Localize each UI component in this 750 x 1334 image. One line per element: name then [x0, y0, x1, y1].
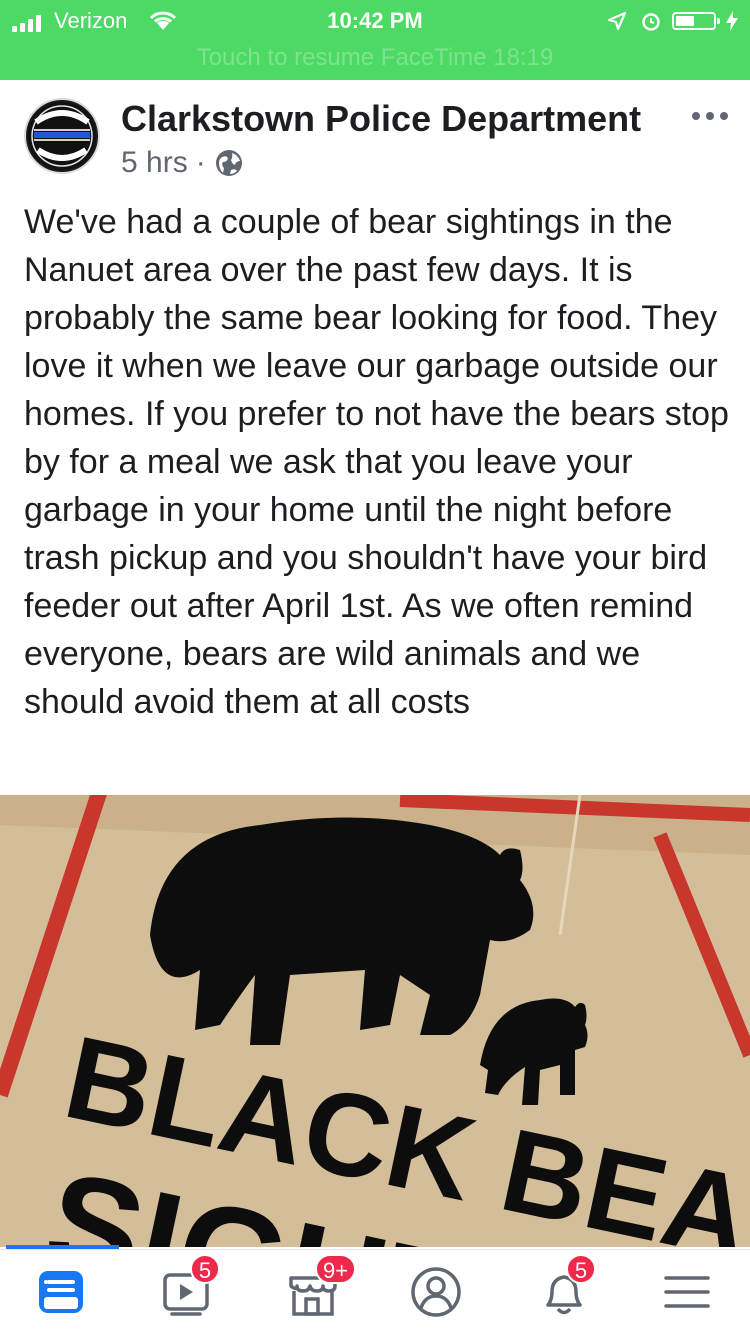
battery-icon [672, 12, 720, 30]
meta-separator: · [195, 146, 206, 179]
police-badge-logo [28, 102, 96, 170]
clock: 10:42 PM [327, 8, 423, 33]
profile-icon [411, 1267, 461, 1317]
tab-watch[interactable]: 5 [160, 1254, 220, 1320]
post-age[interactable]: 5 hrs [121, 146, 188, 180]
post-meta: 5 hrs · [121, 146, 244, 180]
notifications-badge: 5 [566, 1254, 596, 1284]
post-photo[interactable]: BLACK BEAR SIGHTI [0, 795, 750, 1247]
more-horizontal-icon[interactable] [690, 106, 730, 126]
tab-menu[interactable] [659, 1264, 719, 1320]
charging-bolt-icon [726, 11, 738, 31]
page-name[interactable]: Clarkstown Police Department [121, 98, 641, 140]
bottom-tab-bar: 5 9+ 5 [0, 1249, 750, 1334]
news-feed-icon [39, 1271, 83, 1313]
marketplace-badge: 9+ [315, 1254, 357, 1284]
tab-notifications[interactable]: 5 [536, 1254, 596, 1320]
tab-profile[interactable] [408, 1264, 468, 1320]
status-row: Verizon 10:42 PM [0, 6, 750, 36]
page-avatar[interactable] [24, 98, 100, 174]
black-bear-sign-image: BLACK BEAR SIGHTI [0, 795, 750, 1247]
watch-badge: 5 [190, 1254, 220, 1284]
menu-icon [664, 1276, 710, 1308]
globe-icon [215, 150, 242, 176]
alarm-clock-icon [642, 13, 660, 31]
resume-facetime-banner[interactable]: Touch to resume FaceTime 18:19 [0, 44, 750, 72]
post-body-text: We've had a couple of bear sightings in … [24, 203, 729, 721]
status-bar: Verizon 10:42 PM Touch to resume FaceTim… [0, 0, 750, 80]
tab-marketplace[interactable]: 9+ [285, 1254, 357, 1320]
tab-news-feed[interactable] [33, 1264, 93, 1320]
location-arrow-icon [607, 11, 627, 31]
